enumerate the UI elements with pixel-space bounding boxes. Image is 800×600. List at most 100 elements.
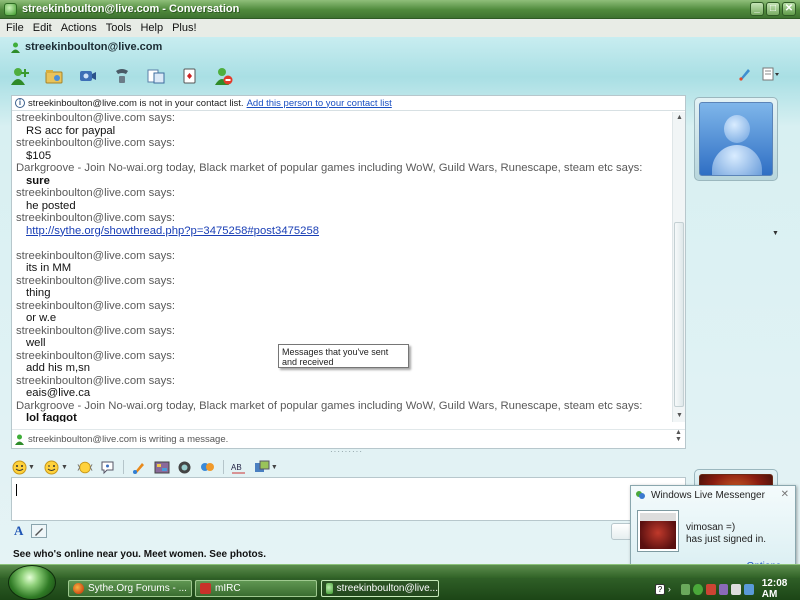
games-icon[interactable] [180, 66, 200, 86]
chevron-down-icon[interactable]: ▼ [271, 464, 278, 471]
message-sender: streekinboulton@live.com says: [16, 212, 176, 224]
message-item: streekinboulton@live.com says: RS acc fo… [16, 112, 671, 137]
start-button[interactable] [8, 565, 56, 600]
close-icon[interactable]: ✕ [781, 489, 789, 500]
svg-text:AB: AB [231, 463, 242, 472]
message-sender: streekinboulton@live.com says: [16, 374, 176, 387]
message-sender: Darkgroove - Join No-wai.org today, Blac… [16, 399, 643, 412]
voice-call-icon[interactable] [112, 66, 132, 86]
message-sender: streekinboulton@live.com says: [16, 274, 176, 287]
message-item: streekinboulton@live.com says: he posted [16, 187, 671, 212]
message-text: RS acc for paypal [26, 124, 116, 137]
add-contact-link[interactable]: Add this person to your contact list [247, 98, 392, 109]
message-item: streekinboulton@live.com says: or w.e [16, 300, 671, 325]
messenger-icon [636, 490, 645, 499]
mirc-icon [200, 583, 211, 594]
contact-display-picture[interactable] [694, 97, 778, 181]
nudge-icon[interactable] [77, 459, 93, 475]
more-icon[interactable] [254, 459, 270, 475]
notification-title: Windows Live Messenger [651, 489, 765, 501]
tooltip: Messages that you've sent and received [278, 344, 409, 368]
send-files-icon[interactable] [44, 66, 64, 86]
msn-icon[interactable] [200, 459, 216, 475]
scroll-thumb[interactable] [674, 222, 684, 407]
emoticon-icon[interactable] [11, 459, 27, 475]
message-sender: streekinboulton@live.com says: [16, 299, 176, 312]
status-scroll-arrows[interactable]: ▲ ▼ [672, 429, 685, 448]
message-sender: streekinboulton@live.com says: [16, 324, 176, 337]
message-text: eais@live.ca [26, 387, 91, 399]
display-icon[interactable] [744, 583, 754, 595]
scroll-down-arrow-icon[interactable]: ▼ [673, 410, 686, 422]
invite-contact-icon[interactable] [10, 66, 30, 86]
video-call-icon[interactable] [78, 66, 98, 86]
taskbar-button-mirc[interactable]: mIRC [195, 580, 317, 597]
antivirus-icon[interactable] [705, 583, 716, 595]
background-icon[interactable] [131, 459, 147, 475]
message-text: he posted [26, 199, 76, 212]
pane-splitter[interactable]: ········· [330, 448, 362, 456]
block-icon[interactable] [214, 66, 234, 86]
spell-check-icon[interactable]: AB [231, 459, 247, 475]
system-tray: ? › 12:08 AM [652, 578, 800, 600]
share-folders-icon[interactable] [146, 66, 166, 86]
menu-edit[interactable]: Edit [33, 22, 52, 34]
wink-icon[interactable] [44, 459, 60, 475]
paint-icon[interactable] [738, 67, 752, 84]
contact-list-notice: i streekinboulton@live.com is not in you… [12, 96, 685, 111]
menu-bar: File Edit Actions Tools Help Plus! [0, 19, 800, 37]
image-icon[interactable] [154, 459, 170, 475]
network-icon[interactable] [680, 583, 691, 595]
signin-status: has just signed in. [686, 534, 767, 545]
message-item: streekinboulton@live.com says: thing [16, 275, 671, 300]
message-link[interactable]: http://sythe.org/showthread.php?p=347525… [16, 225, 671, 238]
chevron-down-icon[interactable]: ▼ [772, 230, 779, 237]
history-scrollbar[interactable]: ▲ ▼ [672, 112, 685, 422]
message-sender: streekinboulton@live.com says: [16, 112, 176, 124]
menu-actions[interactable]: Actions [61, 22, 97, 34]
message-text: sure [26, 174, 50, 187]
chevron-down-icon[interactable]: ▼ [28, 464, 35, 471]
message-text: lol faggot [26, 412, 77, 422]
webcam-icon[interactable] [177, 459, 193, 475]
handwriting-icon[interactable] [31, 524, 48, 538]
messenger-tray-icon[interactable] [693, 583, 703, 595]
message-item: streekinboulton@live.com says: $105 [16, 137, 671, 162]
close-button[interactable]: ✕ [782, 2, 796, 16]
taskbar-button-conversation[interactable]: streekinboulton@live... [321, 580, 439, 597]
message-item: Darkgroove - Join No-wai.org today, Blac… [16, 400, 671, 423]
formatting-toolbar: ▼ ▼ AB ▼ [11, 458, 686, 476]
voice-clip-icon[interactable] [100, 459, 116, 475]
contact-header: streekinboulton@live.com [10, 41, 162, 53]
message-text: thing [26, 287, 51, 299]
menu-help[interactable]: Help [140, 22, 163, 34]
chevron-icon[interactable]: › [668, 584, 678, 595]
conversation-toolbar [10, 65, 790, 87]
title-bar: streekinboulton@live.com - Conversation … [0, 0, 800, 19]
font-icon[interactable]: A [14, 523, 23, 539]
help-icon[interactable]: ? [655, 583, 665, 595]
minimize-button[interactable]: _ [750, 2, 764, 16]
scroll-up-arrow-icon[interactable]: ▲ [673, 112, 686, 124]
taskbar-button-firefox[interactable]: Sythe.Org Forums - ... [68, 580, 192, 597]
maximize-button[interactable]: □ [766, 2, 780, 16]
clock: 12:08 AM [761, 578, 788, 600]
person-icon [11, 42, 20, 53]
message-input[interactable] [11, 477, 686, 521]
messenger-icon [4, 2, 17, 16]
ad-banner[interactable]: See who's online near you. Meet women. S… [13, 549, 266, 560]
info-icon: i [15, 98, 25, 108]
menu-file[interactable]: File [6, 22, 24, 34]
message-item: streekinboulton@live.com says: eais@live… [16, 375, 671, 400]
conversation-history[interactable]: i streekinboulton@live.com is not in you… [11, 95, 686, 449]
text-caret [16, 484, 17, 496]
message-text: its in MM [26, 262, 72, 274]
typing-status-text: streekinboulton@live.com is writing a me… [28, 433, 229, 445]
menu-plus[interactable]: Plus! [172, 22, 196, 34]
volume-icon[interactable] [731, 583, 742, 595]
menu-tools[interactable]: Tools [106, 22, 132, 34]
chevron-down-icon[interactable]: ▼ [61, 464, 68, 471]
menu-icon[interactable] [762, 67, 780, 84]
person-icon [15, 434, 24, 445]
mail-icon[interactable] [718, 583, 729, 595]
